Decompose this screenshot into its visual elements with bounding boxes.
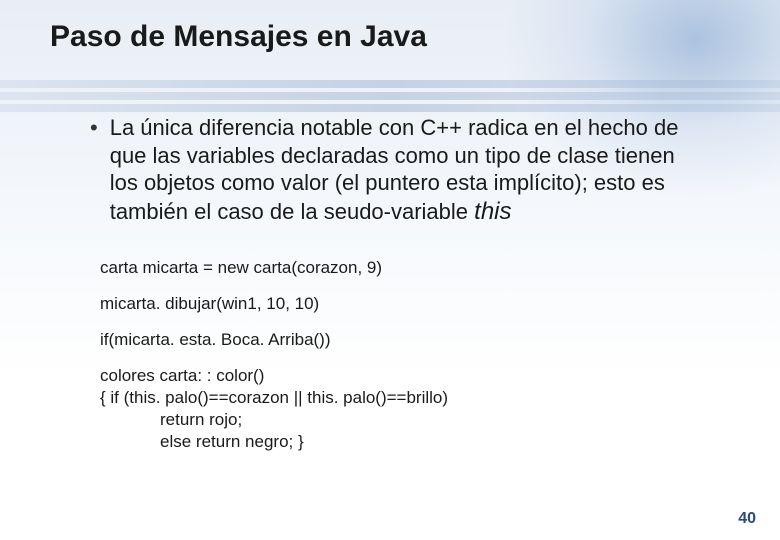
bullet-marker: • [90, 114, 98, 227]
code-block: carta micarta = new carta(corazon, 9) mi… [100, 257, 730, 454]
page-number: 40 [738, 510, 756, 528]
slide-container: Paso de Mensajes en Java • La única dife… [0, 0, 780, 540]
code-line-2: micarta. dibujar(win1, 10, 10) [100, 293, 730, 315]
bullet-text-this: this [474, 198, 511, 225]
code-line-1: carta micarta = new carta(corazon, 9) [100, 257, 730, 279]
code-line-4b: { if (this. palo()==corazon || this. pal… [100, 387, 730, 409]
code-block-4: colores carta: : color() { if (this. pal… [100, 365, 730, 453]
bullet-text-main: La única diferencia notable con C++ radi… [110, 115, 679, 224]
bullet-text: La única diferencia notable con C++ radi… [110, 114, 700, 227]
slide-title: Paso de Mensajes en Java [50, 20, 730, 54]
code-line-4c: return rojo; [100, 409, 730, 431]
code-line-4d: else return negro; } [100, 431, 730, 453]
bullet-block: • La única diferencia notable con C++ ra… [90, 114, 730, 227]
code-line-3: if(micarta. esta. Boca. Arriba()) [100, 329, 730, 351]
code-line-4a: colores carta: : color() [100, 365, 730, 387]
